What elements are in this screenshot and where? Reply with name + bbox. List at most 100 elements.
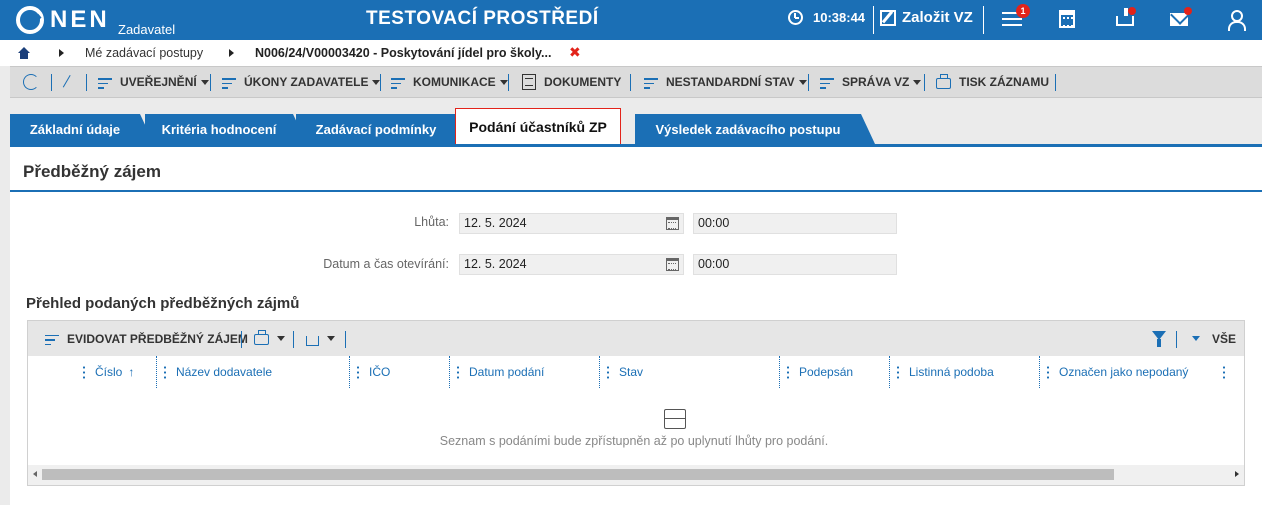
calendar-icon[interactable] (666, 217, 679, 230)
printer-icon (254, 330, 269, 345)
grid-title: Přehled podaných předběžných zájmů (26, 295, 300, 312)
tab-zadavaci-podminky[interactable]: Zadávací podmínky (296, 114, 470, 144)
column-separator[interactable] (156, 356, 157, 388)
grid-toolbar-divider (1176, 331, 1177, 348)
toolbar-divider (1055, 74, 1056, 91)
horizontal-scrollbar[interactable] (28, 465, 1244, 485)
calendar-icon[interactable] (666, 258, 679, 271)
column-separator[interactable] (889, 356, 890, 388)
close-icon[interactable]: ✖ (569, 44, 581, 61)
print-menu[interactable] (254, 321, 285, 356)
column-menu-icon[interactable] (83, 365, 85, 379)
empty-tray-icon (664, 409, 686, 429)
uverejneni-label: UVEŘEJNĚNÍ (120, 75, 197, 89)
otevirani-time-value: 00:00 (698, 257, 730, 271)
content-panel: Předběžný zájem Lhůta: 12. 5. 2024 00:00… (10, 144, 1262, 505)
chevron-down-icon (200, 79, 209, 85)
column-datum-podani[interactable]: Datum podání (457, 356, 544, 388)
column-oznacen-nepodany[interactable]: Označen jako nepodaný (1047, 356, 1188, 388)
breadcrumb-arrow-icon (59, 49, 64, 57)
list-icon (222, 75, 236, 89)
logo-subtitle: Zadavatel (118, 22, 176, 37)
inbox-icon[interactable] (1116, 8, 1134, 26)
column-oznacen-label: Označen jako nepodaný (1059, 365, 1189, 379)
nestandardni-menu[interactable]: NESTANDARDNÍ STAV (644, 67, 807, 97)
chevron-down-icon (913, 79, 922, 85)
pencil-icon (62, 74, 74, 90)
refresh-button[interactable] (23, 67, 47, 97)
grid-toolbar: EVIDOVAT PŘEDBĚŽNÝ ZÁJEM VŠE (28, 321, 1244, 356)
tab-podani-ucastniku[interactable]: Podání účastníků ZP (455, 108, 621, 144)
toolbar-divider (630, 74, 631, 91)
komunikace-menu[interactable]: KOMUNIKACE (391, 67, 508, 97)
tab-kriteria-hodnoceni[interactable]: Kritéria hodnocení (145, 114, 307, 144)
column-menu-icon[interactable] (607, 365, 609, 379)
breadcrumb: Mé zadávací postupy N006/24/V00003420 - … (0, 40, 1262, 66)
main-toolbar: UVEŘEJNĚNÍ ÚKONY ZADAVATELE KOMUNIKACE D… (10, 66, 1262, 98)
lhuta-time-input[interactable]: 00:00 (693, 213, 897, 234)
toolbar-divider (808, 74, 809, 91)
column-menu-icon[interactable] (357, 365, 359, 379)
evidovat-button[interactable]: EVIDOVAT PŘEDBĚŽNÝ ZÁJEM (45, 321, 248, 356)
scrollbar-thumb[interactable] (42, 469, 1114, 480)
logo-text: NEN (50, 6, 110, 33)
breadcrumb-item-my-procedures[interactable]: Mé zadávací postupy (85, 46, 203, 60)
column-nazev-dodavatele[interactable]: Název dodavatele (164, 356, 272, 388)
dokumenty-button[interactable]: DOKUMENTY (522, 67, 621, 97)
column-cislo[interactable]: Číslo ↑ (83, 356, 134, 388)
column-separator[interactable] (599, 356, 600, 388)
column-menu-icon[interactable] (164, 365, 166, 379)
column-separator[interactable] (449, 356, 450, 388)
scroll-right-icon[interactable] (1235, 471, 1239, 477)
otevirani-date-input[interactable]: 12. 5. 2024 (459, 254, 684, 275)
nen-logo[interactable]: NEN (16, 4, 110, 36)
filter-icon[interactable] (1152, 331, 1166, 347)
lhuta-time-value: 00:00 (698, 216, 730, 230)
toolbar-divider (380, 74, 381, 91)
column-separator[interactable] (779, 356, 780, 388)
empty-message: Seznam s podáními bude zpřístupněn až po… (439, 434, 829, 448)
chevron-down-icon (277, 336, 285, 341)
view-filter-dropdown[interactable]: VŠE (1192, 321, 1236, 356)
create-vz-button[interactable]: Založit VZ (880, 9, 973, 26)
lhuta-date-input[interactable]: 12. 5. 2024 (459, 213, 684, 234)
breadcrumb-item-current[interactable]: N006/24/V00003420 - Poskytování jídel pr… (255, 46, 551, 60)
otevirani-time-input[interactable]: 00:00 (693, 254, 897, 275)
mail-icon[interactable] (1170, 13, 1188, 26)
grid-header: Číslo ↑ Název dodavatele IČO Datum podán… (28, 356, 1244, 388)
grid-toolbar-divider (293, 331, 294, 348)
column-menu-icon[interactable] (457, 365, 459, 379)
mail-alert-dot (1184, 7, 1192, 15)
user-icon[interactable] (1226, 10, 1246, 31)
column-stav[interactable]: Stav (607, 356, 643, 388)
chevron-down-icon (327, 336, 335, 341)
column-menu-icon[interactable] (1223, 365, 1225, 379)
export-menu[interactable] (306, 321, 335, 356)
column-separator[interactable] (349, 356, 350, 388)
list-icon (98, 75, 112, 89)
list-icon (644, 75, 658, 89)
header-divider (873, 6, 874, 34)
column-podepsan[interactable]: Podepsán (787, 356, 853, 388)
top-header: NEN Zadavatel TESTOVACÍ PROSTŘEDÍ 10:38:… (0, 0, 1262, 40)
column-separator[interactable] (1039, 356, 1040, 388)
tab-zakladni-udaje[interactable]: Základní údaje (10, 114, 154, 144)
uverejneni-menu[interactable]: UVEŘEJNĚNÍ (98, 67, 209, 97)
sprava-menu[interactable]: SPRÁVA VZ (820, 67, 922, 97)
ukony-menu[interactable]: ÚKONY ZADAVATELE (222, 67, 381, 97)
column-menu-icon[interactable] (1047, 365, 1049, 379)
calculator-icon[interactable] (1059, 10, 1075, 28)
tab-vysledek[interactable]: Výsledek zadávacího postupu (635, 114, 875, 144)
scroll-left-icon[interactable] (33, 471, 37, 477)
edit-button[interactable] (60, 67, 78, 97)
list-icon (391, 75, 405, 89)
column-menu-icon[interactable] (897, 365, 899, 379)
lhuta-date-value: 12. 5. 2024 (464, 216, 527, 230)
column-cislo-label: Číslo (95, 365, 123, 379)
column-menu-icon[interactable] (787, 365, 789, 379)
column-next[interactable] (1223, 356, 1235, 388)
column-ico[interactable]: IČO (357, 356, 390, 388)
tisk-button[interactable]: TISK ZÁZNAMU (936, 67, 1049, 97)
column-listinna-podoba[interactable]: Listinná podoba (897, 356, 994, 388)
home-icon[interactable] (18, 47, 30, 59)
